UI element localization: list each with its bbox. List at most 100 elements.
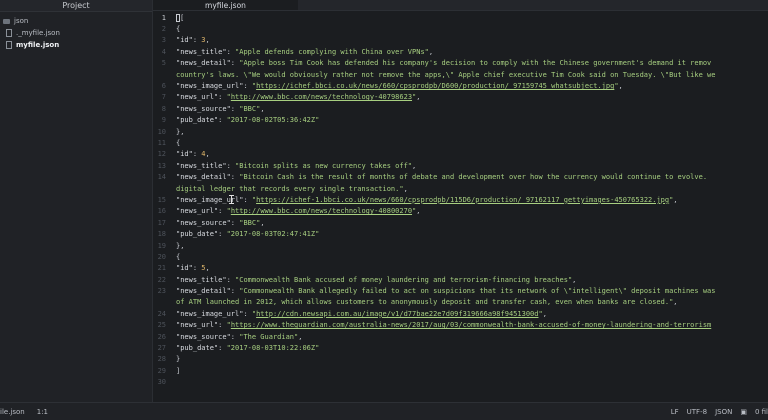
- tree-folder-json[interactable]: json: [0, 15, 152, 27]
- line-number: 19: [157, 241, 166, 250]
- code-token: :: [218, 321, 227, 330]
- code-line[interactable]: 6 "news_image_url": "https://ichef.bbci.c…: [153, 80, 768, 91]
- tree-item-label: json: [14, 17, 29, 25]
- code-text: "news_url": "http://www.bbc.com/news/tec…: [176, 207, 420, 215]
- code-token: "news_title": [176, 161, 227, 170]
- code-line[interactable]: 30: [153, 377, 768, 388]
- tab-myfile[interactable]: myfile.json: [153, 0, 298, 10]
- code-line[interactable]: 26 "news_source": "The Guardian",: [153, 331, 768, 342]
- editor-pane[interactable]: myfile.json 1[2{3 "id": 3, 4 "news_title": …: [153, 0, 768, 402]
- code-token: "Apple boss Tim Cook has defended his co…: [239, 59, 712, 68]
- file-tree: json ._myfile.json myfile.json: [0, 12, 152, 51]
- code-token: :: [226, 275, 236, 284]
- code-text: "news_source": "BBC",: [176, 219, 265, 227]
- code-text: "id": 3,: [176, 36, 210, 44]
- code-line[interactable]: 29]: [153, 365, 768, 376]
- code-line[interactable]: 16 "news_url": "http://www.bbc.com/news/t…: [153, 206, 768, 217]
- code-line[interactable]: 13 "news_title": "Bitcoin splits as new c…: [153, 160, 768, 171]
- code-link[interactable]: https://www.theguardian.com/australia-ne…: [231, 321, 711, 329]
- code-token: ,: [205, 36, 210, 45]
- code-text: "pub_date": "2017-08-02T05:36:42Z": [176, 116, 319, 124]
- code-token: :: [230, 59, 240, 68]
- tree-item-label: ._myfile.json: [16, 29, 60, 37]
- code-line[interactable]: 8 "news_source": "BBC",: [153, 103, 768, 114]
- code-token: {: [176, 25, 181, 34]
- code-text: {: [176, 139, 180, 147]
- code-line[interactable]: 2{: [153, 23, 768, 34]
- code-link[interactable]: https://ichef.bbci.co.uk/news/660/cpspro…: [256, 82, 614, 90]
- status-line-ending[interactable]: LF: [671, 408, 679, 416]
- code-text: ]: [176, 367, 180, 375]
- code-line[interactable]: 22 "news_title": "Commonwealth Bank accus…: [153, 274, 768, 285]
- code-token: "news_image_url": [176, 82, 244, 91]
- code-text: "news_url": "http://www.bbc.com/news/tec…: [176, 93, 420, 101]
- code-token: "news_source": [176, 104, 231, 113]
- line-number: 25: [157, 321, 166, 330]
- tree-file-myfile[interactable]: myfile.json: [0, 39, 152, 51]
- status-git-files[interactable]: 0 fil: [755, 408, 768, 416]
- code-link[interactable]: http://www.bbc.com/news/technology-40798…: [231, 93, 412, 101]
- code-token: "news_title": [176, 47, 227, 56]
- code-token: ,: [205, 264, 210, 273]
- line-number: 21: [157, 264, 166, 273]
- code-link[interactable]: http://cdn.newsapi.com.au/image/v1/d77ba…: [256, 310, 538, 318]
- code-token: ,: [416, 207, 421, 216]
- code-token: "Bitcoin Cash is the result of months of…: [239, 173, 708, 182]
- code-line[interactable]: 20 {: [153, 251, 768, 262]
- code-line[interactable]: 24 "news_image_url": "http://cdn.newsapi.…: [153, 308, 768, 319]
- code-line[interactable]: 10},: [153, 126, 768, 137]
- tree-file-myfile-dotfile[interactable]: ._myfile.json: [0, 27, 152, 39]
- code-line[interactable]: 27 "pub_date": "2017-08-03T10:22:06Z": [153, 342, 768, 353]
- code-text: }: [176, 355, 180, 363]
- code-link[interactable]: http://www.bbc.com/news/technology-40800…: [231, 207, 412, 215]
- code-line[interactable]: 12 "id": 4,: [153, 149, 768, 160]
- code-line[interactable]: 4 "news_title": "Apple defends complying …: [153, 46, 768, 57]
- code-token: "Commonwealth Bank accused of money laun…: [235, 275, 573, 284]
- code-line[interactable]: 19},: [153, 240, 768, 251]
- code-line[interactable]: 7 "news_url": "http://www.bbc.com/news/te…: [153, 92, 768, 103]
- code-line[interactable]: 28}: [153, 354, 768, 365]
- code-token: :: [230, 218, 240, 227]
- code-text: digital ledger that records every single…: [176, 185, 408, 193]
- status-grammar[interactable]: JSON: [715, 408, 732, 416]
- code-token: "news_detail": [176, 59, 231, 68]
- code-line[interactable]: 14 "news_detail": "Bitcoin Cash is the re…: [153, 171, 768, 182]
- code-token: ,: [618, 82, 623, 91]
- code-token: :: [226, 47, 236, 56]
- code-line[interactable]: digital ledger that records every single…: [153, 183, 768, 194]
- code-line[interactable]: 21 "id": 5,: [153, 263, 768, 274]
- code-line[interactable]: 17 "news_source": "BBC",: [153, 217, 768, 228]
- code-text: of ATM launched in 2012, which allows cu…: [176, 298, 678, 306]
- code-line[interactable]: 9 "pub_date": "2017-08-02T05:36:42Z": [153, 115, 768, 126]
- code-text: "id": 4,: [176, 150, 210, 158]
- code-token: "news_detail": [176, 173, 231, 182]
- status-cursor-position[interactable]: 1:1: [37, 408, 48, 416]
- code-line[interactable]: of ATM launched in 2012, which allows cu…: [153, 297, 768, 308]
- code-token: "pub_date": [176, 230, 219, 239]
- code-line[interactable]: 1[: [153, 12, 768, 23]
- line-number: 5: [161, 59, 166, 68]
- code-line[interactable]: 11 {: [153, 137, 768, 148]
- code-line[interactable]: 3 "id": 3,: [153, 35, 768, 46]
- status-git-icon[interactable]: ▣: [740, 408, 747, 416]
- code-line[interactable]: 23 "news_detail": "Commonwealth Bank alle…: [153, 285, 768, 296]
- code-token: :: [230, 104, 240, 113]
- status-encoding[interactable]: UTF-8: [687, 408, 707, 416]
- code-line[interactable]: 18 "pub_date": "2017-08-03T02:47:41Z": [153, 228, 768, 239]
- code-area[interactable]: 1[2{3 "id": 3, 4 "news_title": "Apple defen…: [153, 12, 768, 388]
- code-line[interactable]: 25 "news_url": "https://www.theguardian.c…: [153, 320, 768, 331]
- status-file-name[interactable]: ile.json: [0, 408, 25, 416]
- code-token: digital ledger that records every single…: [176, 184, 404, 193]
- code-line[interactable]: country's laws. \"We would obviously rat…: [153, 69, 768, 80]
- line-number: 4: [161, 47, 166, 56]
- code-text: [: [176, 13, 184, 22]
- code-text: "news_image_url": "https://ichef-1.bbci.…: [176, 196, 678, 204]
- code-line[interactable]: 5 "news_detail": "Apple boss Tim Cook has…: [153, 58, 768, 69]
- folder-icon: [3, 18, 10, 24]
- code-text: "news_title": "Apple defends complying w…: [176, 48, 433, 56]
- line-number: 14: [157, 173, 166, 182]
- code-link[interactable]: https://ichef-1.bbci.co.uk/news/660/cpsp…: [256, 196, 669, 204]
- line-number: 7: [161, 93, 166, 102]
- code-line[interactable]: 15 "news_image_url": "https://ichef-1.bbc…: [153, 194, 768, 205]
- code-text: "id": 5,: [176, 264, 210, 272]
